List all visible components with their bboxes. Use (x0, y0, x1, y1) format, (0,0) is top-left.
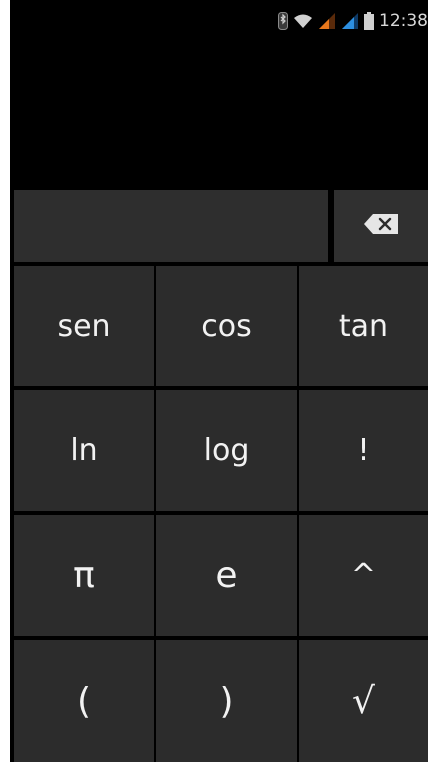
status-bar: 12:38 (10, 0, 428, 40)
key-tan[interactable]: tan (299, 266, 428, 386)
signal-orange-icon (318, 12, 336, 30)
key-ln[interactable]: ln (14, 390, 154, 511)
scientific-keypad: sen cos tan ln log ! π e ^ ( ) √ (10, 264, 428, 762)
key-sqrt[interactable]: √ (299, 640, 428, 762)
key-sen[interactable]: sen (14, 266, 154, 386)
status-clock: 12:38 (379, 11, 428, 31)
battery-icon (364, 12, 374, 30)
status-icons: 12:38 (278, 10, 428, 32)
key-log[interactable]: log (156, 390, 297, 511)
wifi-icon (293, 13, 313, 29)
key-close-paren[interactable]: ) (156, 640, 297, 762)
key-pi[interactable]: π (14, 515, 154, 636)
key-factorial[interactable]: ! (299, 390, 428, 511)
calculator-screen: 12:38 sen cos tan ln log ! π e ^ ( ) √ (10, 0, 428, 762)
signal-blue-icon (341, 12, 359, 30)
backspace-icon (364, 214, 398, 238)
key-power[interactable]: ^ (299, 515, 428, 636)
bluetooth-icon (278, 12, 288, 30)
formula-input[interactable] (14, 190, 328, 262)
key-cos[interactable]: cos (156, 266, 297, 386)
result-display (10, 40, 428, 188)
formula-row (10, 188, 428, 264)
key-open-paren[interactable]: ( (14, 640, 154, 762)
key-e[interactable]: e (156, 515, 297, 636)
backspace-button[interactable] (334, 190, 428, 262)
